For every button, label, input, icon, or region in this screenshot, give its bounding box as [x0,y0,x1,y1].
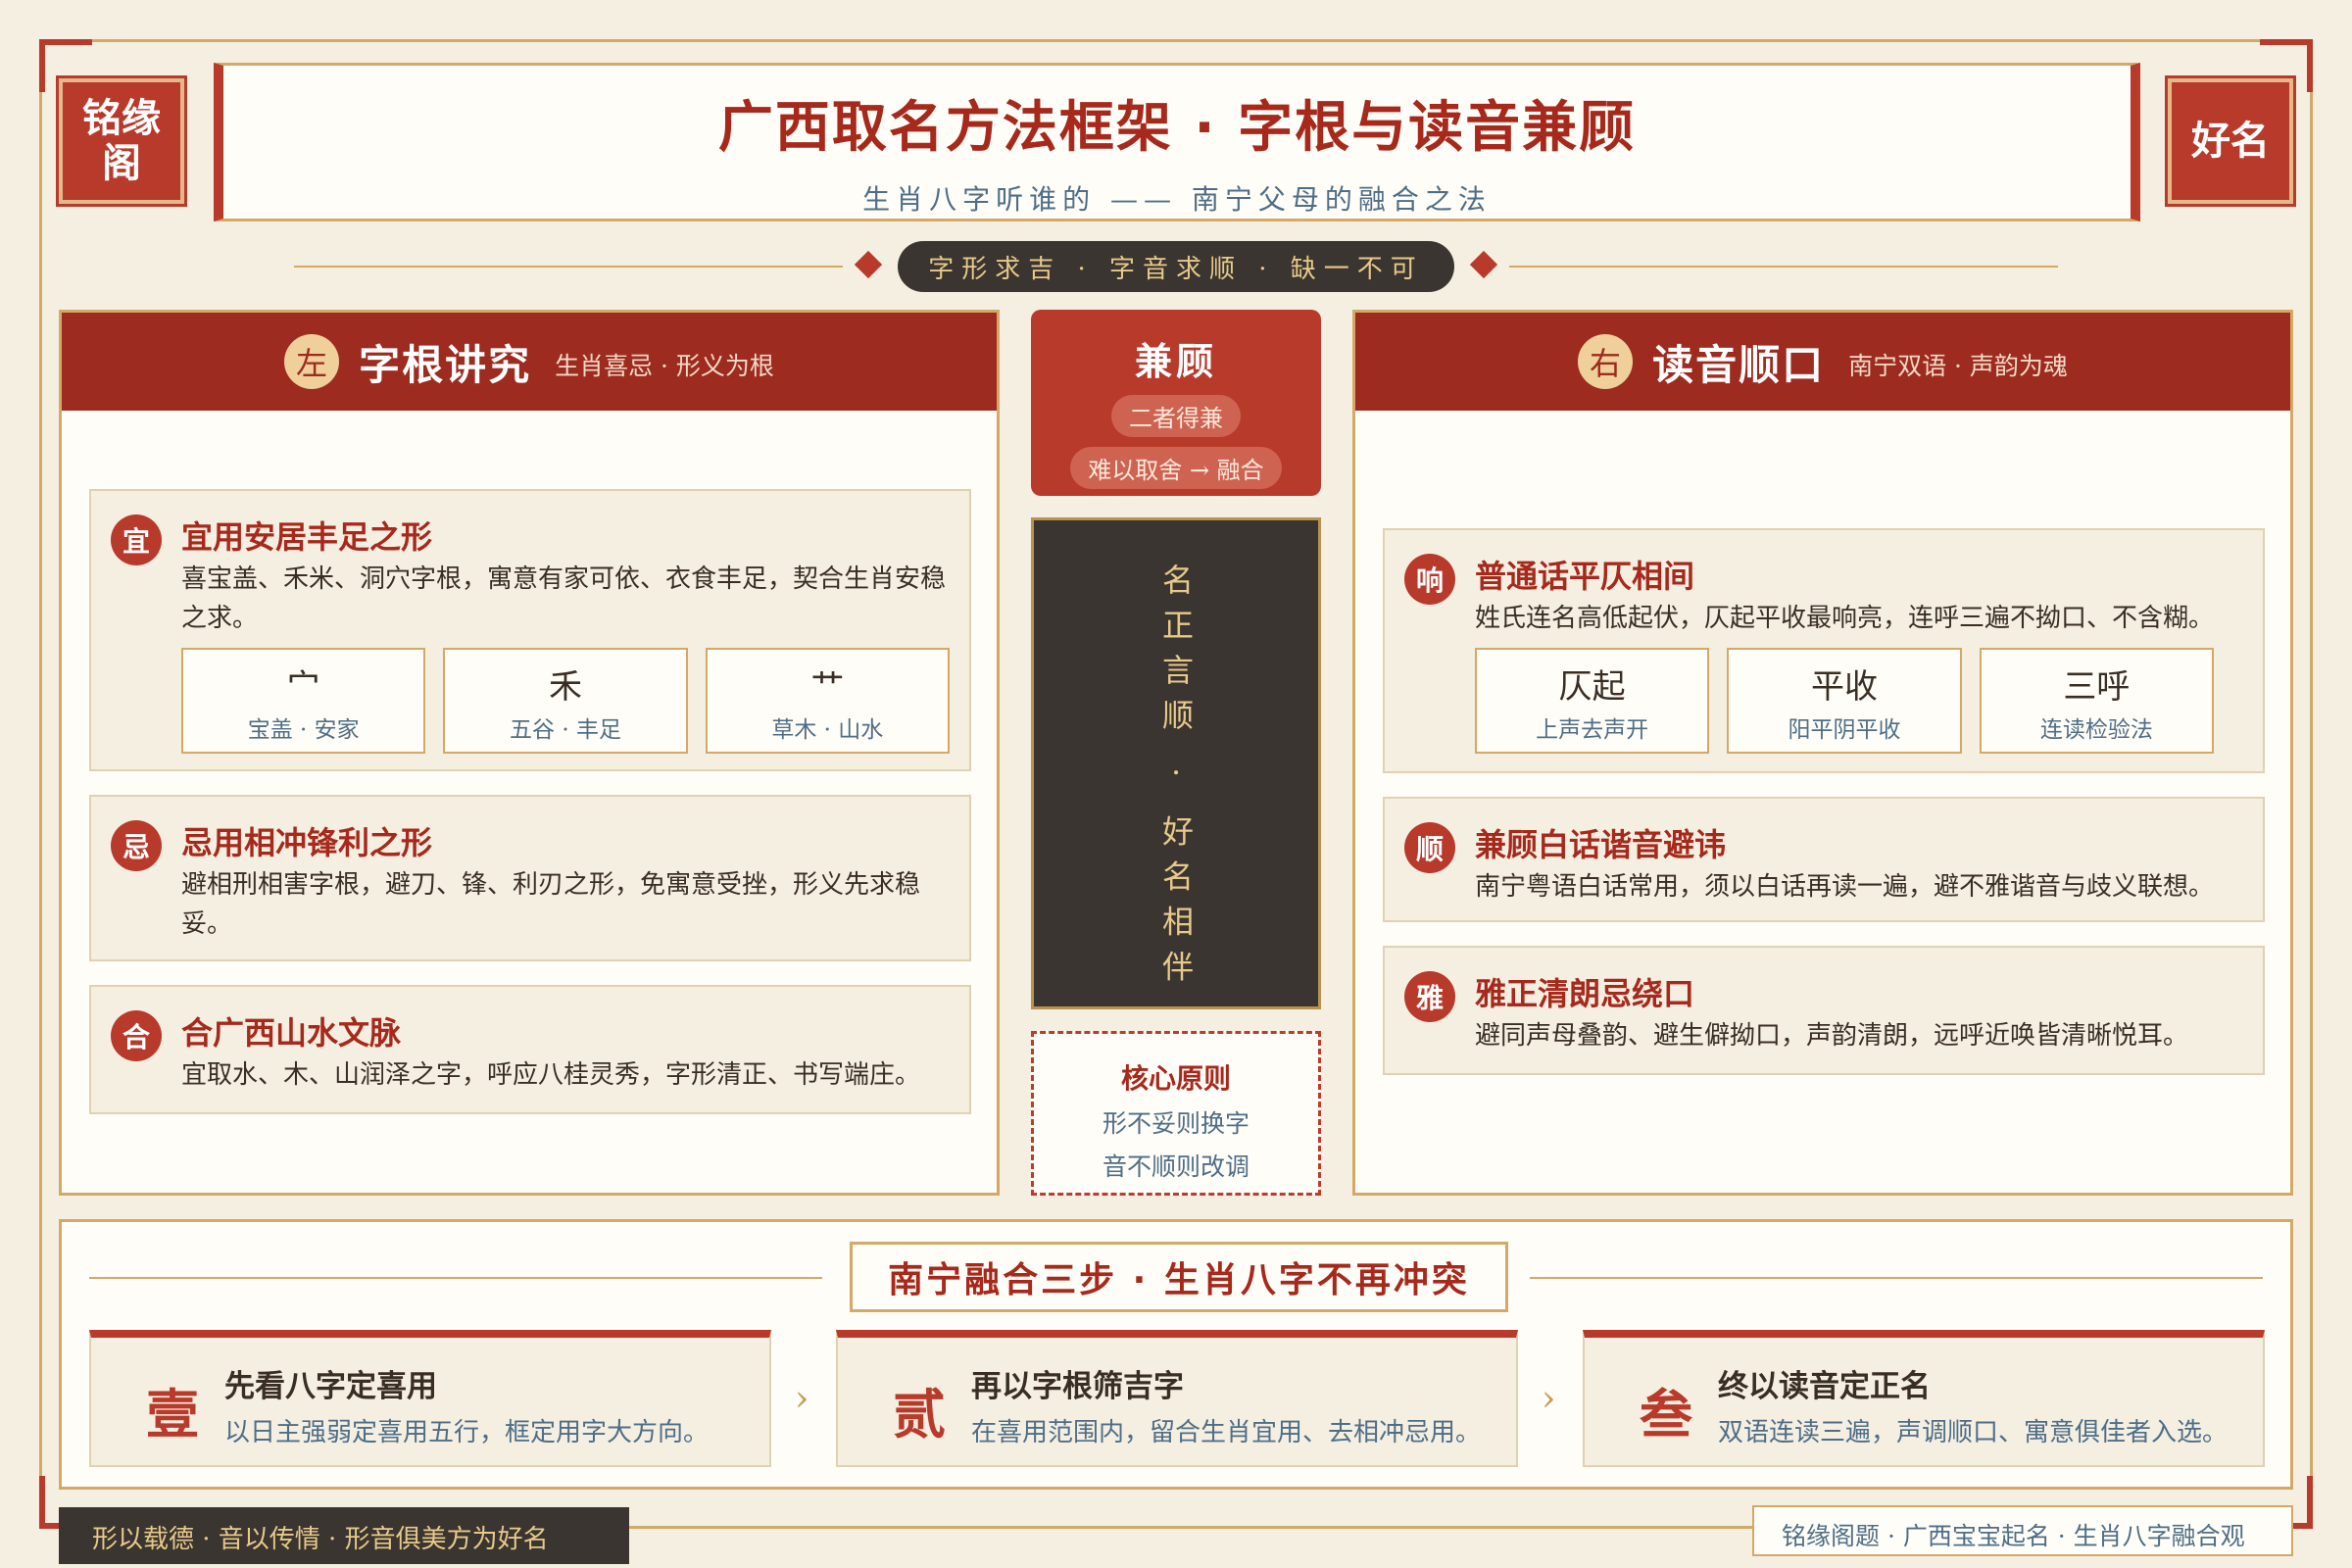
steps-panel: 南宁融合三步 · 生肖八字不再冲突 壹 先看八字定喜用 以日主强弱定喜用五行，框… [59,1219,2293,1490]
vertical-motto: 名正言顺 · 好名相伴 [1157,564,1195,996]
card-mark: 合 [111,1010,162,1061]
divider-line [1509,266,2058,268]
seal-left: 铭缘阁 [59,78,184,204]
step-desc: 以日主强弱定喜用五行，框定用字大方向。 [224,1418,710,1447]
card-mark: 宜 [111,514,162,565]
card-desc: 姓氏连名高低起伏，仄起平收最响亮，连呼三遍不拗口、不含糊。 [1475,604,2215,633]
chip-row: 仄起 上声去声开 平收 阳平阴平收 三呼 连读检验法 [1475,648,2214,754]
core-line: 形不妥则换字 [1102,1109,1250,1138]
card-desc: 南宁粤语白话常用，须以白话再读一遍，避不雅谐音与歧义联想。 [1475,872,2215,902]
step-desc: 在喜用范围内，留合生肖宜用、去相冲忌用。 [971,1418,1482,1447]
chip-char: 三呼 [2063,667,2131,707]
footer-motto: 形以载德 · 音以传情 · 形音俱美方为好名 [59,1507,629,1564]
card-desc: 宜取水、木、山润泽之字，呼应八桂灵秀，字形清正、书写端庄。 [181,1060,921,1090]
radical-chip: 艹 草木 · 山水 [705,648,950,754]
column-badge: 左 [284,334,340,389]
step-title: 终以读音定正名 [1718,1369,1931,1404]
core-title: 核心原则 [1120,1062,1231,1095]
chip-sub: 草木 · 山水 [771,717,884,743]
steps-title: 南宁融合三步 · 生肖八字不再冲突 [850,1242,1508,1312]
column-subtitle: 南宁双语 · 声韵为魂 [1848,352,2068,380]
rule-card: 宜 宜用安居丰足之形 喜宝盖、禾米、洞穴字根，寓意有家可依、衣食丰足，契合生肖安… [89,489,971,771]
chip-char: 艹 [810,667,845,707]
card-mark: 雅 [1404,971,1455,1022]
card-title: 合广西山水文脉 [181,1014,402,1052]
card-mark: 顺 [1404,822,1455,873]
vertical-motto-panel: 名正言顺 · 好名相伴 [1031,517,1321,1009]
chip-char: 仄起 [1558,667,1626,707]
card-mark: 忌 [111,820,162,871]
tone-chip: 平收 阳平阴平收 [1727,648,1962,754]
chip-sub: 连读检验法 [2039,717,2153,743]
column-subtitle: 生肖喜忌 · 形义为根 [555,352,774,380]
balance-title: 兼顾 [1134,340,1217,383]
diamond-icon [854,250,883,279]
step-number: 叁 [1640,1383,1692,1446]
divider-line [294,266,843,268]
rule-card: 响 普通话平仄相间 姓氏连名高低起伏，仄起平收最响亮，连呼三遍不拗口、不含糊。 … [1383,528,2265,773]
chip-sub: 阳平阴平收 [1788,717,1901,743]
step-desc: 双语连读三遍，声调顺口、寓意俱佳者入选。 [1718,1418,2229,1447]
page-title: 广西取名方法框架 · 字根与读音兼顾 [717,96,1637,160]
left-column-header: 左 字根讲究 生肖喜忌 · 形义为根 [62,313,997,411]
column-title: 字根讲究 [359,340,532,389]
tone-chip: 三呼 连读检验法 [1979,648,2214,754]
rule-card: 合 合广西山水文脉 宜取水、木、山润泽之字，呼应八桂灵秀，字形清正、书写端庄。 [89,985,971,1114]
core-line: 音不顺则改调 [1102,1152,1250,1181]
divider-line [1530,1277,2263,1279]
balance-panel: 兼顾 二者得兼 难以取舍 → 融合 [1031,310,1321,496]
card-title: 宜用安居丰足之形 [181,518,433,556]
right-column-header: 右 读音顺口 南宁双语 · 声韵为魂 [1355,313,2290,411]
chip-sub: 上声去声开 [1536,717,1649,743]
seal-right: 好名 [2168,78,2293,204]
column-title: 读音顺口 [1652,340,1826,389]
chip-char: 宀 [286,667,320,707]
chip-char: 禾 [548,667,582,707]
core-principle-box: 核心原则 形不妥则换字 音不顺则改调 [1031,1031,1321,1196]
chip-row: 宀 宝盖 · 安家 禾 五谷 · 丰足 艹 草木 · 山水 [181,648,950,754]
rule-card: 顺 兼顾白话谐音避讳 南宁粤语白话常用，须以白话再读一遍，避不雅谐音与歧义联想。 [1383,797,2265,922]
motto-pill: 字形求吉 · 字音求顺 · 缺一不可 [898,241,1454,292]
title-banner: 广西取名方法框架 · 字根与读音兼顾 生肖八字听谁的 —— 南宁父母的融合之法 [214,63,2140,221]
chip-sub: 五谷 · 丰足 [510,717,621,743]
step-card: 贰 再以字根筛吉字 在喜用范围内，留合生肖宜用、去相冲忌用。 [836,1330,1518,1467]
column-badge: 右 [1578,334,1634,389]
card-desc: 避相刑相害字根，避刀、锋、利刃之形，免寓意受挫，形义先求稳妥。 [181,870,921,939]
chip-sub: 宝盖 · 安家 [247,717,360,743]
page-subtitle: 生肖八字听谁的 —— 南宁父母的融合之法 [862,183,1492,216]
step-number: 贰 [893,1383,946,1446]
left-column-panel: 左 字根讲究 生肖喜忌 · 形义为根 宜 宜用安居丰足之形 喜宝盖、禾米、洞穴字… [59,310,1000,1196]
tone-chip: 仄起 上声去声开 [1475,648,1710,754]
card-mark: 响 [1404,554,1455,605]
step-number: 壹 [146,1383,199,1446]
divider-line [89,1277,822,1279]
radical-chip: 宀 宝盖 · 安家 [181,648,426,754]
radical-chip: 禾 五谷 · 丰足 [443,648,688,754]
right-column-panel: 右 读音顺口 南宁双语 · 声韵为魂 响 普通话平仄相间 姓氏连名高低起伏，仄起… [1352,310,2293,1196]
chevron-right-icon: › [1542,1379,1556,1419]
footer-inscription: 铭缘阁题 · 广西宝宝起名 · 生肖八字融合观 [1752,1505,2293,1556]
step-title: 再以字根筛吉字 [971,1369,1184,1404]
card-desc: 喜宝盖、禾米、洞穴字根，寓意有家可依、衣食丰足，契合生肖安稳之求。 [181,564,947,633]
chevron-right-icon: › [795,1379,809,1419]
balance-pill: 二者得兼 [1111,395,1241,437]
motto-row: 字形求吉 · 字音求顺 · 缺一不可 [294,241,2058,292]
rule-card: 雅 雅正清朗忌绕口 避同声母叠韵、避生僻拗口，声韵清朗，远呼近唤皆清晰悦耳。 [1383,946,2265,1075]
card-desc: 避同声母叠韵、避生僻拗口，声韵清朗，远呼近唤皆清晰悦耳。 [1475,1021,2189,1051]
step-card: 壹 先看八字定喜用 以日主强弱定喜用五行，框定用字大方向。 [89,1330,771,1467]
card-title: 雅正清朗忌绕口 [1475,975,1695,1012]
card-title: 忌用相冲锋利之形 [181,824,433,861]
chip-char: 平收 [1810,667,1878,707]
card-title: 兼顾白话谐音避讳 [1475,826,1727,863]
rule-card: 忌 忌用相冲锋利之形 避相刑相害字根，避刀、锋、利刃之形，免寓意受挫，形义先求稳… [89,795,971,961]
diamond-icon [1469,250,1498,279]
balance-pill: 难以取舍 → 融合 [1070,447,1282,489]
step-title: 先看八字定喜用 [224,1369,437,1404]
step-card: 叁 终以读音定正名 双语连读三遍，声调顺口、寓意俱佳者入选。 [1583,1330,2265,1467]
card-title: 普通话平仄相间 [1475,558,1695,595]
